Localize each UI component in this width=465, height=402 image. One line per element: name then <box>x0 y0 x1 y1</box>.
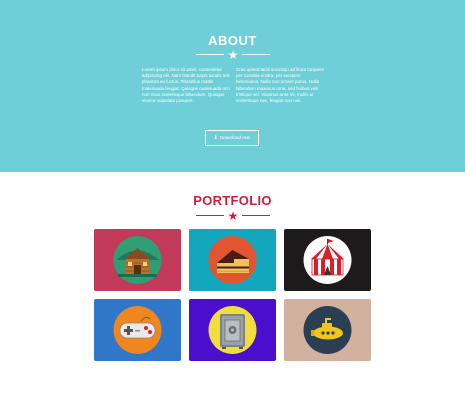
circus-tent-icon <box>303 236 352 284</box>
portfolio-item-safe[interactable] <box>189 299 276 361</box>
about-title: ABOUT <box>208 33 257 48</box>
portfolio-item-cake[interactable] <box>189 229 276 291</box>
divider-line <box>242 54 270 55</box>
divider-line <box>196 54 224 55</box>
divider-line <box>242 215 270 216</box>
about-divider: ★ <box>196 48 270 62</box>
game-controller-icon <box>113 306 162 354</box>
about-text-left: Lorem ipsum dolor sit amet, consectetur … <box>142 67 230 104</box>
divider-line <box>196 215 224 216</box>
star-icon: ★ <box>227 48 239 62</box>
portfolio-divider: ★ <box>196 209 270 223</box>
portfolio-item-circus[interactable] <box>284 229 371 291</box>
download-button[interactable]: ⬇ Download me! <box>205 130 259 146</box>
safe-icon <box>208 306 257 354</box>
download-icon: ⬇ <box>213 135 218 141</box>
portfolio-item-submarine[interactable] <box>284 299 371 361</box>
star-icon: ★ <box>227 209 239 223</box>
about-text-right: Cras aptent taciti sociosqu ad litora to… <box>236 67 324 104</box>
download-label: Download me! <box>219 135 251 141</box>
cabin-icon <box>113 236 162 284</box>
portfolio-item-game[interactable] <box>94 299 181 361</box>
about-section: ABOUT ★ Lorem ipsum dolor sit amet, cons… <box>0 0 465 172</box>
portfolio-title: PORTFOLIO <box>193 193 272 208</box>
portfolio-item-cabin[interactable] <box>94 229 181 291</box>
submarine-icon <box>303 306 352 354</box>
cake-icon <box>208 236 257 284</box>
